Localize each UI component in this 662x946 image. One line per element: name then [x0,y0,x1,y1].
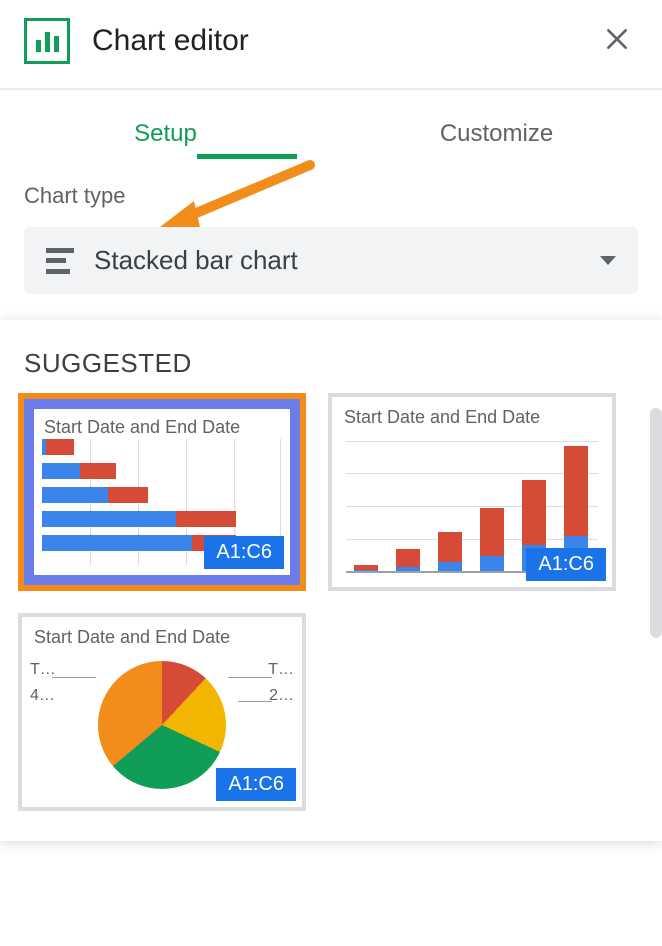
chart-type-section: Chart type Stacked bar chart [0,173,662,302]
range-badge: A1:C6 [216,768,296,801]
thumb-title: Start Date and End Date [34,627,290,648]
annotation-arrow-icon [160,157,320,237]
thumb-title: Start Date and End Date [44,417,280,438]
chart-type-value: Stacked bar chart [94,245,600,276]
chevron-down-icon [600,256,616,265]
range-badge: A1:C6 [526,548,606,581]
scrollbar-thumb[interactable] [650,408,662,638]
pie-label: 2… [269,687,294,705]
pie-label: 4… [30,687,55,705]
thumb-title: Start Date and End Date [344,407,600,428]
suggested-thumbs: Start Date and End Date A1:C6 Start Date… [18,393,644,811]
range-badge: A1:C6 [204,536,284,569]
suggested-heading: SUGGESTED [24,348,644,379]
chart-editor-icon [24,18,70,64]
pie-label: T… [268,661,294,679]
stacked-bar-icon [46,248,74,274]
tab-customize[interactable]: Customize [331,90,662,168]
chart-type-menu: SUGGESTED Start Date and End Date A1:C6 … [0,320,662,841]
close-icon [604,26,630,52]
suggested-thumb-stacked-column[interactable]: Start Date and End Date A1:C6 [328,393,616,591]
chart-type-dropdown[interactable]: Stacked bar chart [24,227,638,294]
suggested-thumb-stacked-bar[interactable]: Start Date and End Date A1:C6 [18,393,306,591]
editor-tabs: Setup Customize [0,90,662,168]
suggested-thumb-pie[interactable]: Start Date and End Date T… 4… T… 2… A1:C… [18,613,306,811]
header-title: Chart editor [92,24,596,58]
chart-type-label: Chart type [24,183,638,209]
header: Chart editor [0,0,662,88]
close-button[interactable] [596,19,638,64]
